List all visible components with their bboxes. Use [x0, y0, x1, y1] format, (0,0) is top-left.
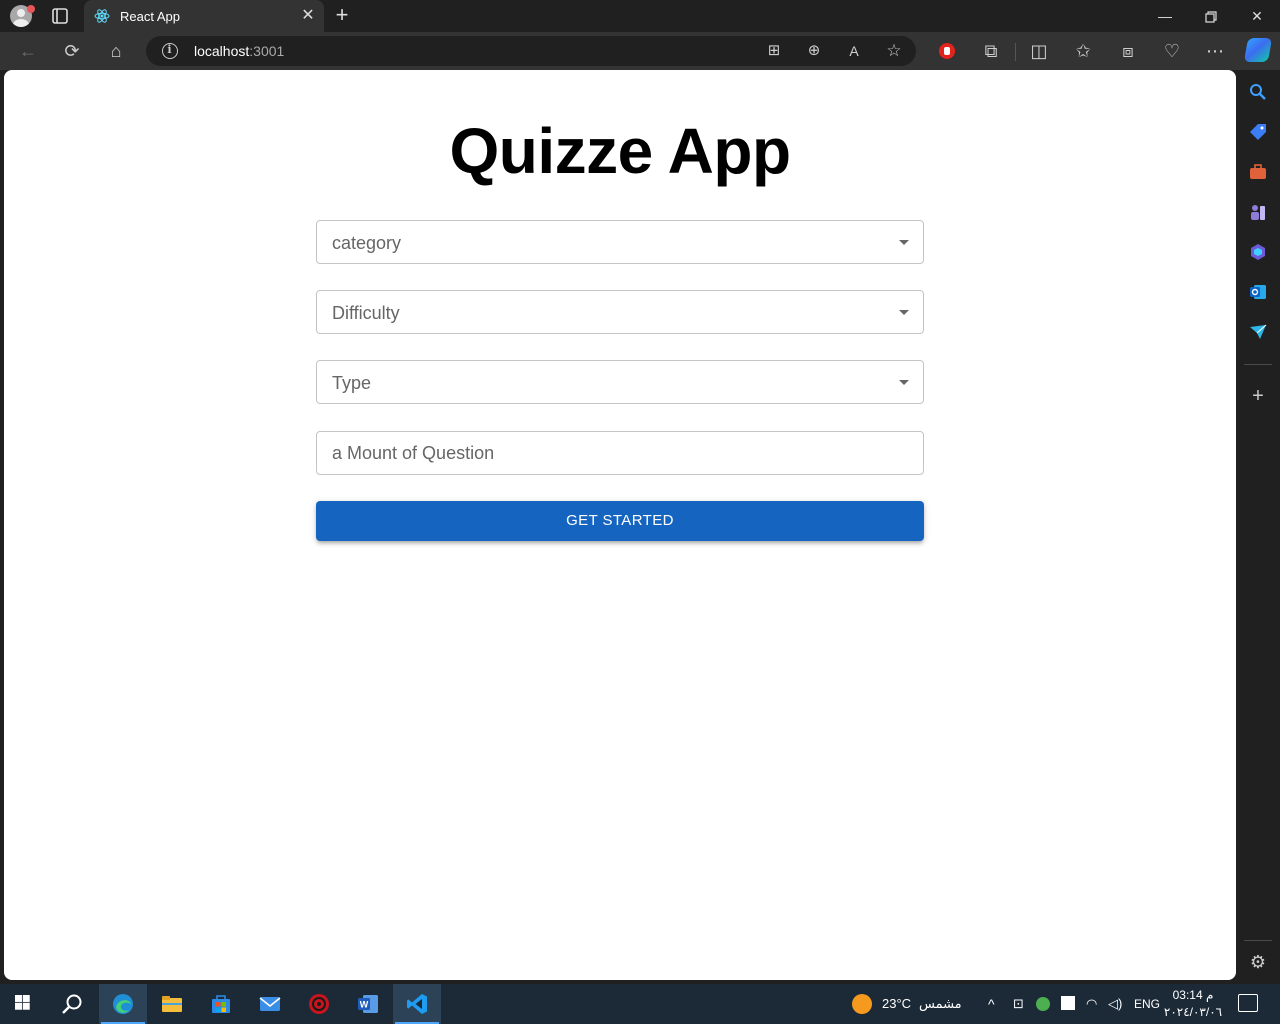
category-label: category: [332, 233, 402, 253]
tab-title: React App: [120, 9, 180, 24]
chevron-down-icon: [899, 380, 909, 385]
restore-icon[interactable]: [1188, 0, 1234, 32]
profile-avatar[interactable]: [10, 5, 35, 27]
sidebar-settings-gear-icon[interactable]: ⚙: [1248, 952, 1268, 972]
category-select[interactable]: category: [316, 220, 924, 264]
volume-icon[interactable]: ◁): [1108, 984, 1122, 1024]
new-tab-button[interactable]: +: [330, 4, 354, 28]
weather-temperature[interactable]: 23°C: [882, 984, 911, 1024]
get-started-button[interactable]: GET STARTED: [316, 501, 924, 541]
extensions-icon[interactable]: ⧉: [979, 39, 1003, 63]
add-sidebar-app-icon[interactable]: +: [1248, 386, 1268, 406]
read-aloud-icon[interactable]: A: [842, 39, 866, 63]
collections-icon[interactable]: ⧈: [1116, 39, 1140, 63]
difficulty-select[interactable]: Difficulty: [316, 290, 924, 334]
browser-essentials-icon[interactable]: ♡: [1160, 39, 1184, 63]
windows-start-icon[interactable]: [0, 984, 48, 1024]
zoom-icon[interactable]: ⊕: [802, 39, 826, 63]
back-icon[interactable]: ←: [16, 39, 40, 63]
chevron-down-icon: [899, 310, 909, 315]
shopping-tag-icon[interactable]: [1248, 122, 1268, 142]
close-window-icon[interactable]: ✕: [1234, 0, 1280, 32]
close-tab-icon[interactable]: ✕: [300, 8, 316, 24]
page-title: Quizze App: [449, 115, 791, 187]
meet-now-icon[interactable]: ⊡: [1013, 984, 1024, 1024]
address-bar[interactable]: localhost:3001 ⊞ ⊕ A ☆: [146, 36, 916, 66]
page-viewport: Quizze App category Difficulty Type GET …: [4, 70, 1236, 980]
wifi-icon[interactable]: ◠: [1086, 984, 1097, 1024]
minimize-icon[interactable]: —: [1142, 0, 1188, 32]
clock-time: 03:14 م: [1172, 988, 1214, 1002]
browser-toolbar: ← ⟳ ⌂ localhost:3001 ⊞ ⊕ A ☆ ⧉ ◫ ✩ ⧈ ♡ ⋯: [0, 32, 1280, 70]
svg-text:W: W: [360, 1000, 369, 1010]
adblock-extension-icon[interactable]: [935, 39, 959, 63]
word-icon[interactable]: W: [344, 984, 392, 1024]
chevron-down-icon: [899, 240, 909, 245]
windows-taskbar: W 23°C مشمس ^ ⊡ ◠ ◁) ENG 03:14 م ٢٠٢٤/٠٣…: [0, 984, 1280, 1024]
weather-condition[interactable]: مشمس: [919, 984, 962, 1024]
tools-icon[interactable]: [1248, 162, 1268, 182]
security-app-icon[interactable]: [295, 984, 343, 1024]
more-options-icon[interactable]: ⋯: [1203, 39, 1227, 63]
type-select[interactable]: Type: [316, 360, 924, 404]
edge-sidebar: + ⚙: [1236, 70, 1280, 980]
search-icon[interactable]: [1248, 82, 1268, 102]
games-icon[interactable]: [1248, 202, 1268, 222]
vscode-icon[interactable]: [393, 984, 441, 1024]
url-text[interactable]: localhost:3001: [194, 43, 284, 59]
clock-date: ٢٠٢٤/٠٣/٠٦: [1163, 1005, 1223, 1019]
split-screen-icon[interactable]: ◫: [1027, 39, 1051, 63]
copilot-icon[interactable]: [1243, 38, 1273, 62]
tray-app-icon[interactable]: [1036, 997, 1050, 1011]
favorite-star-icon[interactable]: ☆: [882, 39, 906, 63]
microsoft-365-icon[interactable]: [1248, 242, 1268, 262]
favorites-icon[interactable]: ✩: [1071, 39, 1095, 63]
mail-icon[interactable]: [246, 984, 294, 1024]
amount-input[interactable]: [317, 432, 923, 474]
notification-center-icon[interactable]: [1238, 994, 1258, 1012]
home-icon[interactable]: ⌂: [104, 39, 128, 63]
site-info-icon[interactable]: [162, 43, 178, 59]
tray-security-shield-icon[interactable]: [1061, 996, 1075, 1010]
edge-browser-icon[interactable]: [99, 984, 147, 1024]
microsoft-store-icon[interactable]: [197, 984, 245, 1024]
refresh-icon[interactable]: ⟳: [60, 39, 84, 63]
type-label: Type: [332, 373, 372, 393]
outlook-icon[interactable]: [1248, 282, 1268, 302]
taskbar-search-icon[interactable]: [48, 984, 96, 1024]
app-available-icon[interactable]: ⊞: [762, 39, 786, 63]
system-clock[interactable]: 03:14 م ٢٠٢٤/٠٣/٠٦: [1160, 987, 1226, 1021]
input-language[interactable]: ENG: [1134, 984, 1160, 1024]
browser-title-bar: React App ✕ + — ✕: [0, 0, 1280, 32]
file-explorer-icon[interactable]: [148, 984, 196, 1024]
amount-field[interactable]: [316, 431, 924, 475]
react-logo-icon: [94, 8, 110, 24]
tab-actions-icon[interactable]: [50, 6, 70, 26]
weather-sun-icon[interactable]: [852, 994, 872, 1014]
drop-send-icon[interactable]: [1248, 322, 1268, 342]
browser-tab[interactable]: React App ✕: [84, 0, 324, 32]
difficulty-label: Difficulty: [332, 303, 400, 323]
show-hidden-icons-chevron-icon[interactable]: ^: [988, 984, 995, 1024]
